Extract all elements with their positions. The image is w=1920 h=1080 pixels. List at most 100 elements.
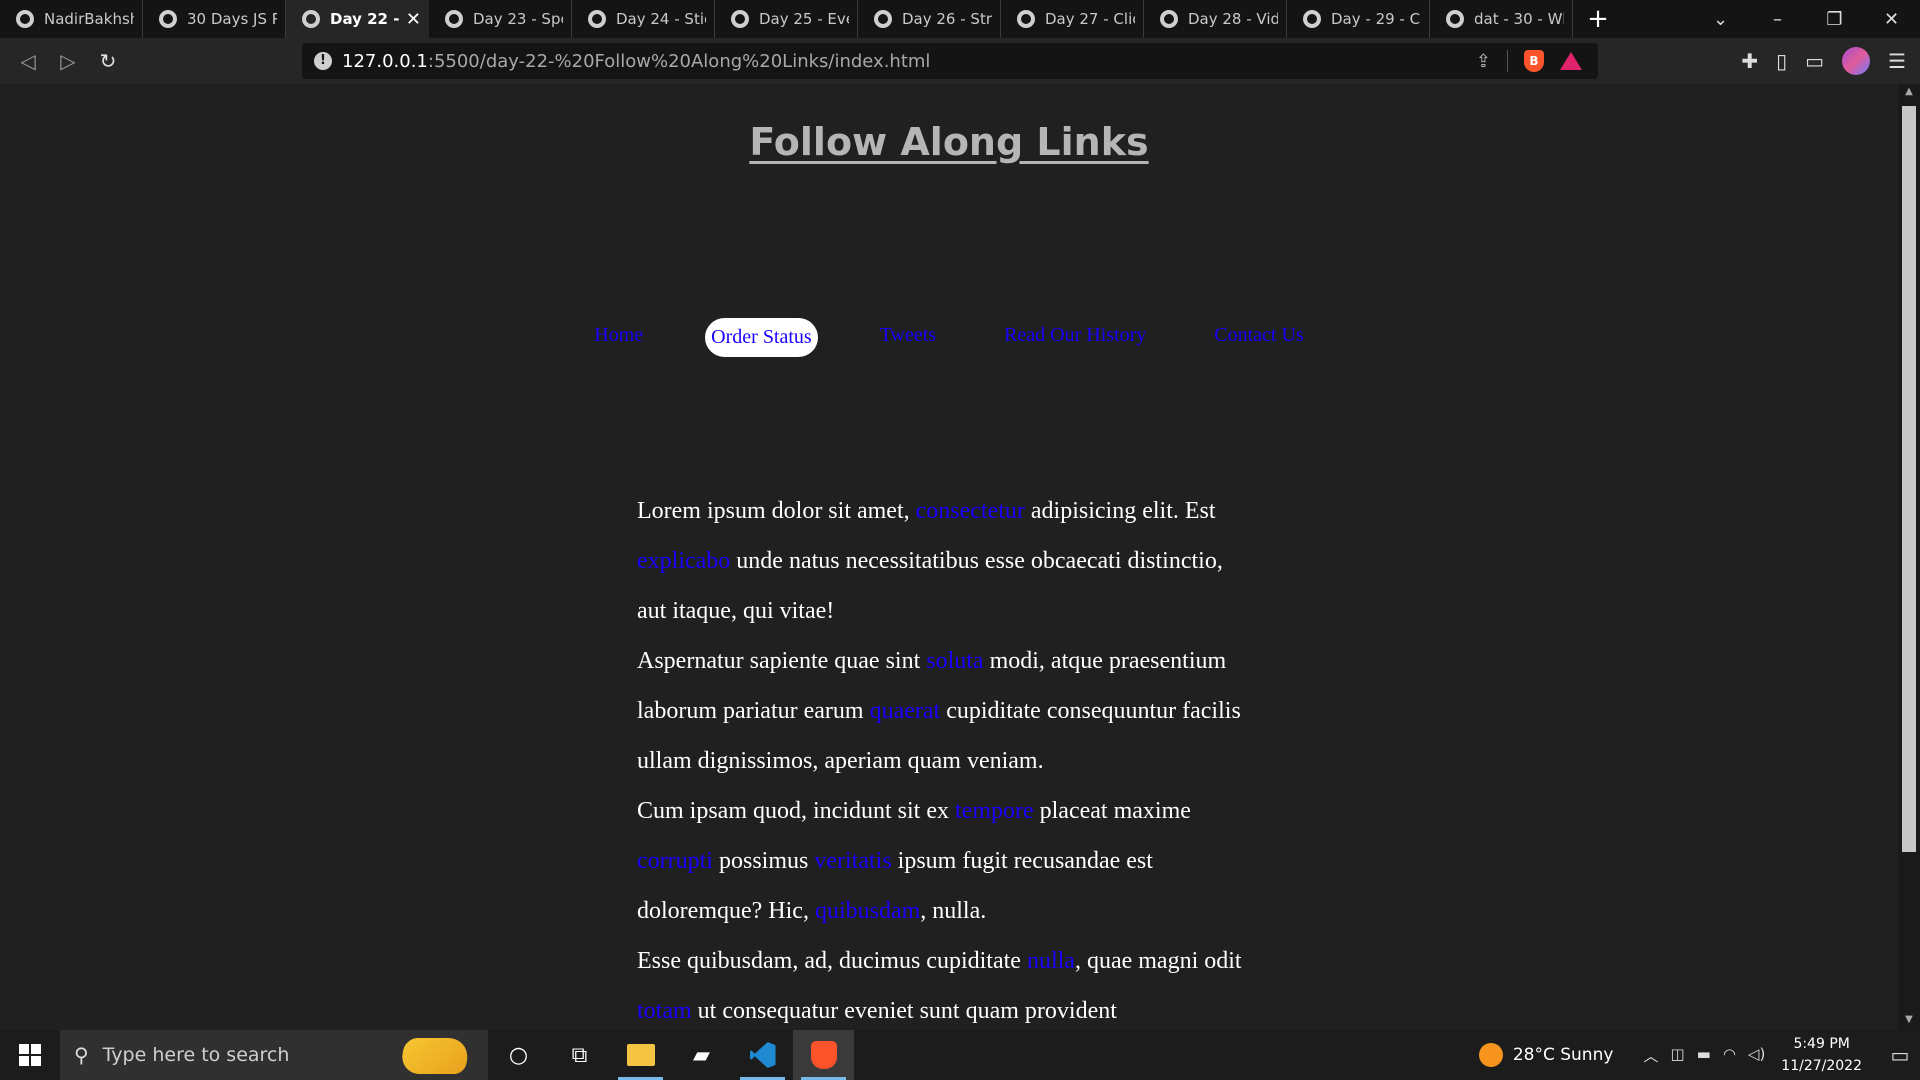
- weather-text[interactable]: 28°C Sunny: [1513, 1045, 1614, 1065]
- restore-button[interactable]: ❐: [1806, 9, 1863, 30]
- globe-icon: [731, 10, 749, 28]
- paragraph: Esse quibusdam, ad, ducimus cupiditate n…: [637, 936, 1257, 1030]
- clock-time: 5:49 PM: [1793, 1036, 1850, 1052]
- tab-title: dat - 30 - Wha: [1474, 10, 1564, 28]
- browser-tab-strip: NadirBakhsh/ja 30 Days JS Pro Day 22 - Fo ✕…: [0, 0, 1920, 38]
- browser-tab[interactable]: 30 Days JS Pro: [143, 0, 286, 38]
- scroll-down-arrow-icon[interactable]: ▼: [1902, 1014, 1916, 1028]
- windows-taskbar: ⚲ Type here to search ○ ⧉ ▰ 28°C Sunny ︿…: [0, 1030, 1920, 1080]
- inline-link[interactable]: veritatis: [814, 848, 891, 874]
- browser-tab[interactable]: Day 24 - Sticky: [572, 0, 715, 38]
- url-host: 127.0.0.1: [342, 50, 428, 72]
- share-icon[interactable]: ⇪: [1476, 51, 1491, 72]
- inline-link[interactable]: quibusdam: [815, 898, 920, 924]
- menu-link-read-our-history[interactable]: Read Our History: [998, 318, 1152, 357]
- search-highlight-art-icon: [398, 1038, 472, 1074]
- taskbar-search[interactable]: ⚲ Type here to search: [60, 1030, 488, 1080]
- chevron-up-icon[interactable]: ︿: [1643, 1045, 1658, 1066]
- close-window-button[interactable]: ✕: [1863, 9, 1920, 30]
- browser-tab[interactable]: dat - 30 - Wha: [1430, 0, 1573, 38]
- inline-link[interactable]: quaerat: [870, 698, 941, 724]
- paragraph: Aspernatur sapiente quae sint soluta mod…: [637, 636, 1257, 786]
- paragraph: Cum ipsam quod, incidunt sit ex tempore …: [637, 786, 1257, 936]
- site-info-icon[interactable]: !: [314, 52, 332, 70]
- page-viewport: Follow Along Links Home Order Status Tweet…: [0, 84, 1898, 1030]
- inline-link[interactable]: tempore: [955, 798, 1034, 824]
- tab-search-icon[interactable]: ⌄: [1692, 9, 1749, 30]
- forward-button[interactable]: ▷: [48, 49, 88, 73]
- tab-list: NadirBakhsh/ja 30 Days JS Pro Day 22 - Fo ✕…: [0, 0, 1573, 38]
- tab-title: Day 26 - Stripe: [902, 10, 992, 28]
- tab-title: Day - 29 - Cou: [1331, 10, 1421, 28]
- inline-link[interactable]: totam: [637, 998, 692, 1024]
- scroll-up-arrow-icon[interactable]: ▲: [1902, 86, 1916, 100]
- clock[interactable]: 5:49 PM 11/27/2022: [1781, 1033, 1862, 1077]
- paragraph-text: Aspernatur sapiente quae sint: [637, 648, 927, 674]
- globe-icon: [1303, 10, 1321, 28]
- wallet-icon[interactable]: ▭: [1805, 49, 1824, 73]
- reload-button[interactable]: ↻: [88, 49, 128, 73]
- menu-link-order-status[interactable]: Order Status: [705, 318, 818, 357]
- tray-icons: ︿ ◫ ▬ ◠ ◁): [1643, 1045, 1765, 1066]
- inline-link[interactable]: soluta: [926, 648, 983, 674]
- wifi-icon[interactable]: ◠: [1723, 1045, 1736, 1066]
- paragraph: Lorem ipsum dolor sit amet, consectetur …: [637, 486, 1257, 636]
- browser-tab[interactable]: Day 28 - Video: [1144, 0, 1287, 38]
- brave-rewards-icon[interactable]: [1560, 52, 1582, 70]
- search-icon: ⚲: [74, 1043, 89, 1067]
- battery-icon[interactable]: ▬: [1697, 1045, 1711, 1066]
- extensions-icon[interactable]: ✚: [1741, 49, 1758, 73]
- address-bar[interactable]: ! 127.0.0.1:5500/day-22-%20Follow%20Alon…: [302, 43, 1598, 79]
- paragraph-text: Esse quibusdam, ad, ducimus cupiditate: [637, 948, 1027, 974]
- task-view-icon[interactable]: ⧉: [549, 1030, 610, 1080]
- browser-tab[interactable]: Day 27 - Click: [1001, 0, 1144, 38]
- paragraph-text: Lorem ipsum dolor sit amet,: [637, 498, 916, 524]
- divider: [1507, 50, 1508, 72]
- vscode-icon[interactable]: [732, 1030, 793, 1080]
- file-explorer-icon[interactable]: [610, 1030, 671, 1080]
- app-icon[interactable]: ▰: [671, 1030, 732, 1080]
- close-tab-icon[interactable]: ✕: [406, 9, 421, 30]
- browser-tab[interactable]: NadirBakhsh/ja: [0, 0, 143, 38]
- inline-link[interactable]: corrupti: [637, 848, 713, 874]
- inline-link[interactable]: explicabo: [637, 548, 730, 574]
- menu-link-tweets[interactable]: Tweets: [874, 318, 942, 357]
- page-scrollbar[interactable]: ▲ ▼: [1898, 84, 1920, 1030]
- paragraph-text: adipisicing elit. Est: [1024, 498, 1216, 524]
- globe-icon: [1017, 10, 1035, 28]
- camera-icon[interactable]: ◫: [1670, 1045, 1684, 1066]
- cortana-icon[interactable]: ○: [488, 1030, 549, 1080]
- windows-logo-icon: [19, 1044, 41, 1066]
- menu-link-home[interactable]: Home: [588, 318, 649, 357]
- browser-tab[interactable]: Day 22 - Fo ✕: [286, 0, 429, 38]
- back-button[interactable]: ◁: [8, 49, 48, 73]
- clock-date: 11/27/2022: [1781, 1058, 1862, 1074]
- globe-icon: [588, 10, 606, 28]
- sidebar-icon[interactable]: ▯: [1776, 49, 1787, 73]
- url-path: :5500/day-22-%20Follow%20Along%20Links/i…: [427, 50, 931, 72]
- window-controls: ⌄ – ❐ ✕: [1692, 9, 1920, 30]
- volume-icon[interactable]: ◁): [1748, 1045, 1765, 1066]
- browser-tab[interactable]: Day 26 - Stripe: [858, 0, 1001, 38]
- search-placeholder: Type here to search: [102, 1044, 290, 1066]
- inline-link[interactable]: consectetur: [916, 498, 1025, 524]
- browser-tab[interactable]: Day 23 - Speec: [429, 0, 572, 38]
- start-button[interactable]: [0, 1030, 60, 1080]
- new-tab-button[interactable]: +: [1573, 4, 1623, 34]
- brave-shields-icon[interactable]: B: [1524, 50, 1544, 72]
- tab-title: Day 22 - Fo: [330, 10, 400, 28]
- browser-tab[interactable]: Day - 29 - Cou: [1287, 0, 1430, 38]
- minimize-button[interactable]: –: [1749, 9, 1806, 30]
- menu-link-contact-us[interactable]: Contact Us: [1208, 318, 1309, 357]
- browser-tab[interactable]: Day 25 - Event: [715, 0, 858, 38]
- inline-link[interactable]: nulla: [1027, 948, 1075, 974]
- scroll-thumb[interactable]: [1902, 106, 1916, 852]
- toolbar-actions: ✚ ▯ ▭ ☰: [1741, 38, 1920, 84]
- paragraph-text: placeat maxime: [1033, 798, 1191, 824]
- profile-avatar[interactable]: [1842, 47, 1871, 75]
- brave-browser-icon[interactable]: [793, 1030, 854, 1080]
- menu-icon[interactable]: ☰: [1888, 49, 1906, 73]
- notifications-icon[interactable]: ▭: [1880, 1043, 1920, 1067]
- browser-toolbar: ◁ ▷ ↻ ! 127.0.0.1:5500/day-22-%20Follow%…: [0, 38, 1920, 84]
- globe-icon: [302, 10, 320, 28]
